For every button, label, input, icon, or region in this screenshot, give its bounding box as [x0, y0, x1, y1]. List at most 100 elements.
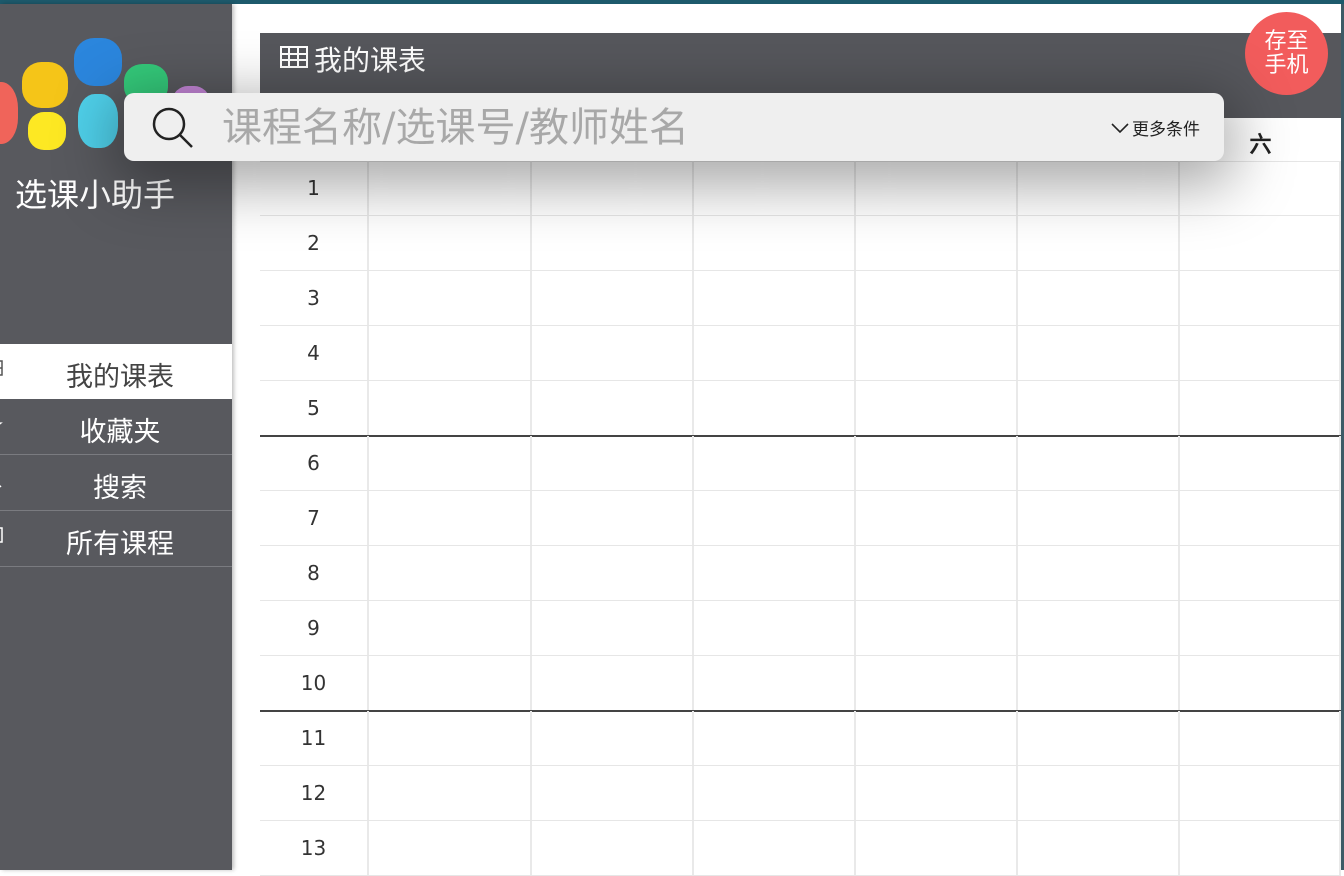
schedule-slot[interactable] — [1018, 326, 1180, 380]
schedule-slot[interactable] — [694, 601, 856, 655]
schedule-slot[interactable] — [1018, 436, 1180, 490]
schedule-slot[interactable] — [856, 271, 1018, 325]
schedule-slot[interactable] — [369, 436, 532, 490]
schedule-slot[interactable] — [1018, 216, 1180, 270]
schedule-slot[interactable] — [856, 216, 1018, 270]
more-conditions-toggle[interactable]: 更多条件 — [1110, 115, 1200, 140]
schedule-slot[interactable] — [856, 491, 1018, 545]
schedule-slot[interactable] — [694, 326, 856, 380]
schedule-slot[interactable] — [1018, 656, 1180, 710]
schedule-slot[interactable] — [856, 546, 1018, 600]
schedule-row: 8 — [260, 546, 1341, 601]
schedule-slot[interactable] — [1180, 601, 1341, 655]
period-number: 13 — [260, 821, 369, 875]
schedule-slot[interactable] — [1180, 821, 1341, 875]
search-input[interactable] — [220, 99, 1084, 157]
schedule-slot[interactable] — [532, 381, 694, 435]
schedule-slot[interactable] — [369, 546, 532, 600]
schedule-slot[interactable] — [532, 711, 694, 765]
schedule-slot[interactable] — [856, 326, 1018, 380]
period-number: 8 — [260, 546, 369, 600]
sidebar-item-my-schedule[interactable]: 我的课表 — [0, 344, 232, 399]
schedule-slot[interactable] — [1018, 601, 1180, 655]
logo-shape — [74, 38, 122, 86]
schedule-slot[interactable] — [694, 271, 856, 325]
schedule-slot[interactable] — [1180, 161, 1341, 215]
schedule-slot[interactable] — [856, 161, 1018, 215]
schedule-slot[interactable] — [1180, 656, 1341, 710]
schedule-row: 12 — [260, 766, 1341, 821]
schedule-slot[interactable] — [369, 216, 532, 270]
schedule-slot[interactable] — [1018, 491, 1180, 545]
schedule-slot[interactable] — [1180, 766, 1341, 820]
schedule-slot[interactable] — [694, 711, 856, 765]
schedule-slot[interactable] — [856, 601, 1018, 655]
sidebar-item-favorites[interactable]: 收藏夹 — [0, 399, 232, 455]
schedule-slot[interactable] — [532, 161, 694, 215]
schedule-slot[interactable] — [1180, 381, 1341, 435]
search-icon[interactable] — [150, 105, 196, 151]
chevron-down-icon — [1110, 119, 1130, 139]
schedule-slot[interactable] — [1180, 326, 1341, 380]
schedule-row: 4 — [260, 326, 1341, 381]
schedule-slot[interactable] — [532, 766, 694, 820]
schedule-slot[interactable] — [1018, 821, 1180, 875]
schedule-slot[interactable] — [369, 271, 532, 325]
schedule-slot[interactable] — [369, 821, 532, 875]
schedule-slot[interactable] — [856, 711, 1018, 765]
schedule-slot[interactable] — [1018, 161, 1180, 215]
sidebar-item-all-courses[interactable]: 所有课程 — [0, 511, 232, 567]
schedule-slot[interactable] — [1018, 766, 1180, 820]
schedule-slot[interactable] — [694, 546, 856, 600]
table-icon — [280, 42, 308, 78]
schedule-slot[interactable] — [369, 491, 532, 545]
schedule-slot[interactable] — [694, 766, 856, 820]
schedule-row: 13 — [260, 821, 1341, 876]
schedule-slot[interactable] — [369, 381, 532, 435]
schedule-slot[interactable] — [856, 766, 1018, 820]
save-to-phone-button[interactable]: 存至 手机 — [1245, 12, 1328, 95]
schedule-slot[interactable] — [694, 656, 856, 710]
schedule-slot[interactable] — [694, 436, 856, 490]
schedule-slot[interactable] — [1018, 546, 1180, 600]
schedule-slot[interactable] — [1018, 381, 1180, 435]
schedule-slot[interactable] — [369, 601, 532, 655]
schedule-slot[interactable] — [694, 821, 856, 875]
schedule-slot[interactable] — [1180, 436, 1341, 490]
period-number: 12 — [260, 766, 369, 820]
schedule-slot[interactable] — [1180, 546, 1341, 600]
schedule-slot[interactable] — [1018, 271, 1180, 325]
schedule-slot[interactable] — [532, 436, 694, 490]
schedule-slot[interactable] — [532, 326, 694, 380]
schedule-slot[interactable] — [532, 491, 694, 545]
schedule-slot[interactable] — [694, 381, 856, 435]
schedule-slot[interactable] — [856, 656, 1018, 710]
schedule-slot[interactable] — [1180, 271, 1341, 325]
schedule-slot[interactable] — [532, 216, 694, 270]
schedule-row: 10 — [260, 656, 1341, 712]
schedule-slot[interactable] — [694, 216, 856, 270]
schedule-slot[interactable] — [369, 711, 532, 765]
schedule-slot[interactable] — [1180, 711, 1341, 765]
schedule-slot[interactable] — [856, 436, 1018, 490]
schedule-slot[interactable] — [369, 766, 532, 820]
schedule-slot[interactable] — [1180, 491, 1341, 545]
schedule-slot[interactable] — [532, 656, 694, 710]
schedule-slot[interactable] — [694, 161, 856, 215]
schedule-slot[interactable] — [856, 821, 1018, 875]
sidebar-item-label: 我的课表 — [66, 362, 174, 393]
schedule-slot[interactable] — [532, 546, 694, 600]
schedule-slot[interactable] — [532, 821, 694, 875]
schedule-slot[interactable] — [369, 326, 532, 380]
sidebar-item-search[interactable]: 搜索 — [0, 455, 232, 511]
schedule-slot[interactable] — [856, 381, 1018, 435]
schedule-slot[interactable] — [694, 491, 856, 545]
schedule-slot[interactable] — [532, 271, 694, 325]
schedule-slot[interactable] — [369, 656, 532, 710]
schedule-slot[interactable] — [1180, 216, 1341, 270]
schedule-slot[interactable] — [369, 161, 532, 215]
sidebar-nav: 我的课表 收藏夹 搜索 所有课程 — [0, 344, 232, 567]
period-number: 5 — [260, 381, 369, 435]
schedule-slot[interactable] — [1018, 711, 1180, 765]
schedule-slot[interactable] — [532, 601, 694, 655]
